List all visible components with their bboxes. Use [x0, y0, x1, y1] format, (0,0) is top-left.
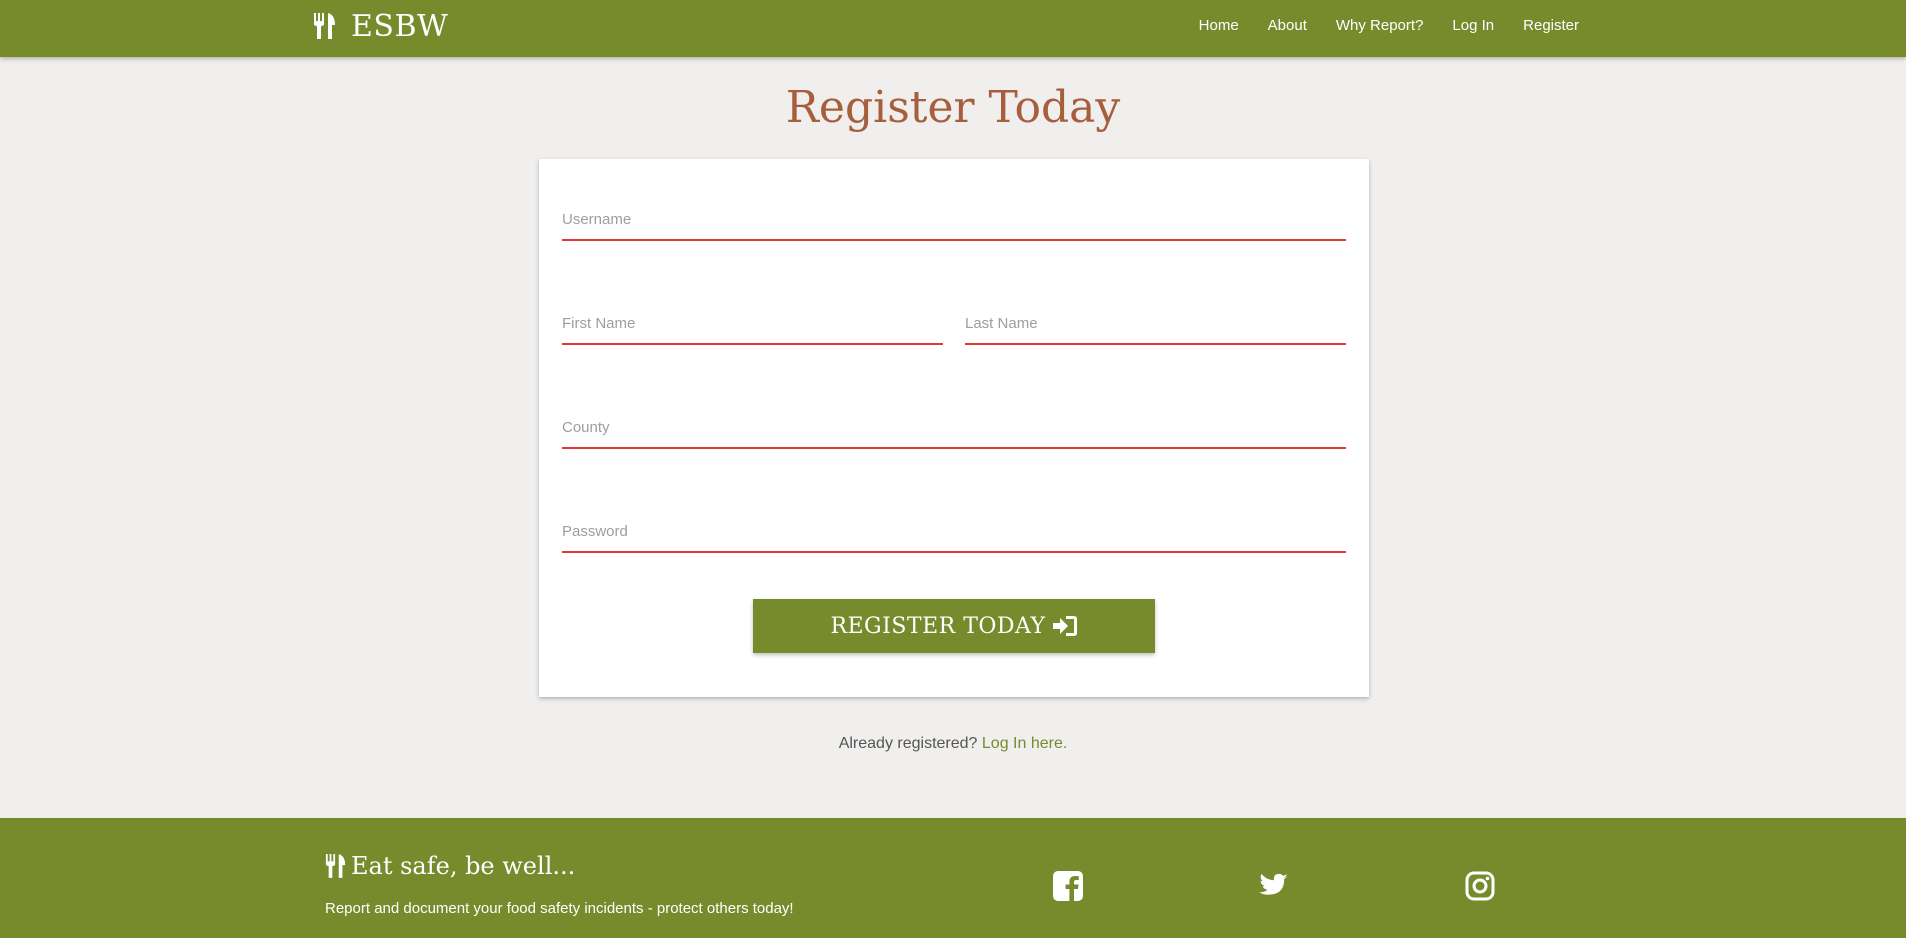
login-prompt-text: Already registered? [838, 735, 978, 752]
utensils-icon [325, 854, 346, 878]
login-prompt: Already registered? Log In here. [0, 735, 1906, 753]
footer-brand: Eat safe, be well... [325, 852, 575, 880]
brand-name: ESBW [351, 8, 449, 44]
footer: Eat safe, be well... Report and document… [0, 818, 1906, 938]
facebook-icon[interactable] [1052, 870, 1084, 902]
register-submit-button[interactable]: REGISTER TODAY [753, 599, 1155, 653]
top-navbar: ESBW Home About Why Report? Log In Regis… [0, 0, 1906, 57]
nav-links: Home About Why Report? Log In Register [1170, 0, 1579, 50]
login-link[interactable]: Log In here. [982, 735, 1067, 752]
twitter-icon[interactable] [1257, 870, 1289, 902]
last-name-input[interactable] [965, 315, 1346, 345]
county-field-wrapper [562, 419, 1346, 449]
footer-tagline: Report and document your food safety inc… [325, 900, 794, 917]
password-input[interactable] [562, 523, 1346, 553]
nav-why-report[interactable]: Why Report? [1336, 17, 1424, 34]
username-input[interactable] [562, 211, 1346, 241]
nav-log-in[interactable]: Log In [1452, 17, 1494, 34]
nav-register[interactable]: Register [1523, 17, 1579, 34]
username-field-wrapper [562, 211, 1346, 241]
first-name-input[interactable] [562, 315, 943, 345]
utensils-icon [314, 13, 335, 39]
nav-home[interactable]: Home [1199, 17, 1239, 34]
first-name-field-wrapper [562, 315, 943, 345]
register-button-label: REGISTER TODAY [830, 613, 1046, 639]
last-name-field-wrapper [965, 315, 1346, 345]
brand-logo[interactable]: ESBW [313, 6, 448, 46]
password-field-wrapper [562, 523, 1346, 553]
instagram-icon[interactable] [1464, 870, 1496, 902]
page-title: Register Today [785, 82, 1121, 133]
sign-in-icon [1052, 616, 1077, 636]
county-input[interactable] [562, 419, 1346, 449]
footer-slogan: Eat safe, be well... [351, 852, 576, 880]
register-form-card: REGISTER TODAY [539, 159, 1369, 697]
nav-about[interactable]: About [1268, 17, 1307, 34]
